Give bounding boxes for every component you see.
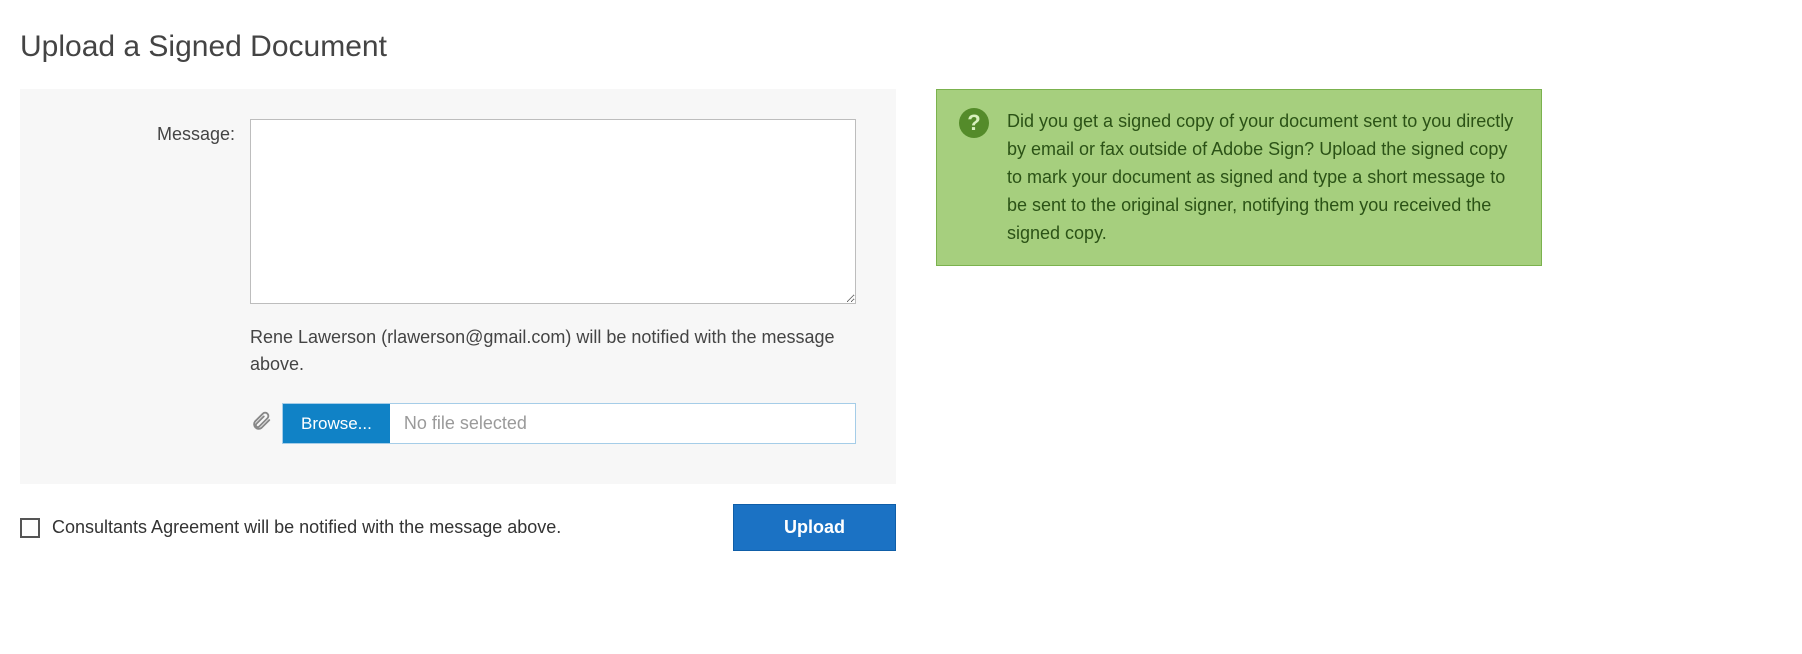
attachment-icon — [250, 410, 272, 437]
file-picker[interactable]: Browse... No file selected — [282, 403, 856, 444]
notify-agreement-checkbox[interactable] — [20, 518, 40, 538]
notify-agreement-label: Consultants Agreement will be notified w… — [52, 517, 561, 538]
help-text: Did you get a signed copy of your docume… — [1007, 108, 1519, 247]
selected-file-name: No file selected — [390, 404, 855, 443]
upload-button[interactable]: Upload — [733, 504, 896, 551]
upload-form-panel: Message: Rene Lawerson (rlawerson@gmail.… — [20, 89, 896, 484]
notify-recipient-text: Rene Lawerson (rlawerson@gmail.com) will… — [250, 324, 856, 378]
message-label: Message: — [100, 119, 250, 145]
help-icon: ? — [959, 108, 989, 138]
message-textarea[interactable] — [250, 119, 856, 304]
help-callout: ? Did you get a signed copy of your docu… — [936, 89, 1542, 266]
browse-button[interactable]: Browse... — [283, 404, 390, 443]
page-title: Upload a Signed Document — [20, 30, 1782, 64]
